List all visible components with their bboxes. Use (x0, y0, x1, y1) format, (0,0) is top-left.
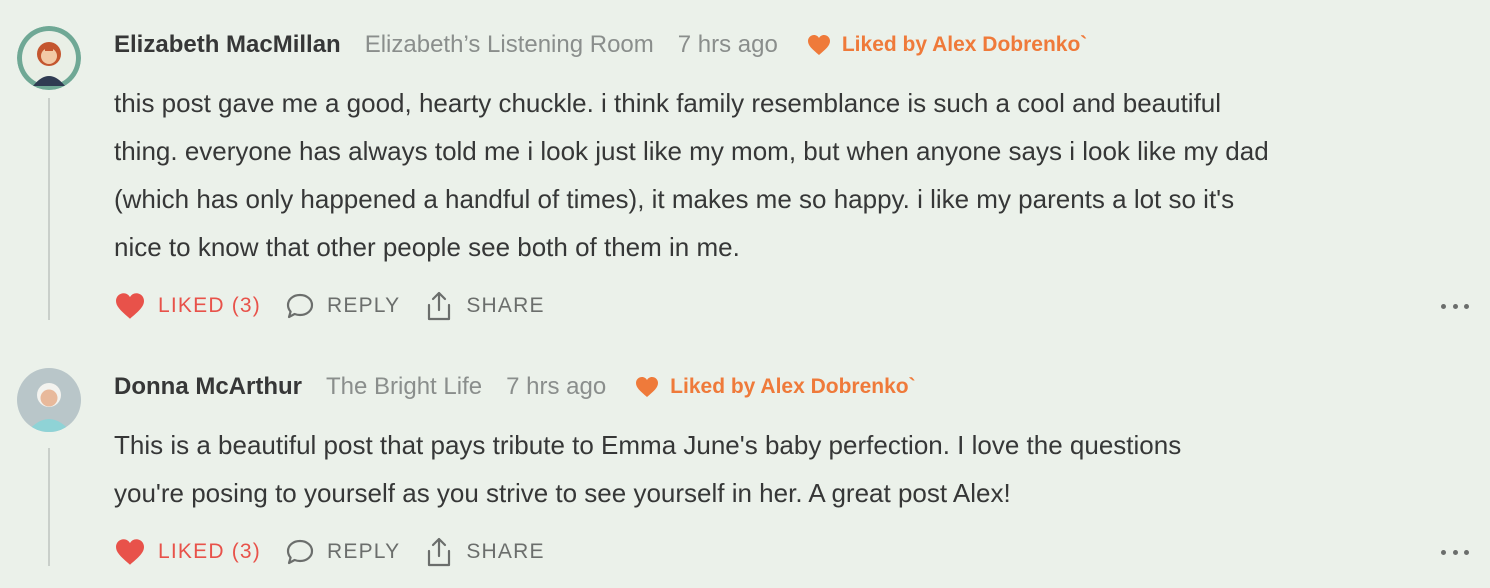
share-icon (428, 537, 451, 567)
body-line: This is a beautiful post that pays tribu… (114, 430, 1182, 460)
share-label: SHARE (466, 294, 545, 317)
share-button[interactable]: SHARE (424, 290, 544, 322)
share-label: SHARE (466, 540, 545, 563)
author-name[interactable]: Donna McArthur (114, 373, 302, 401)
more-icon-dot (1464, 303, 1469, 309)
more-icon-dot (1464, 549, 1469, 555)
more-icon (1441, 303, 1446, 309)
body-line: nice to know that other people see both … (114, 232, 740, 262)
more-icon (1441, 549, 1446, 555)
more-options-button[interactable] (1441, 301, 1469, 311)
avatar-illustration (17, 26, 81, 90)
comment-actions: LIKED (3) REPLY SHARE (114, 289, 569, 323)
author-name[interactable]: Elizabeth MacMillan (114, 31, 341, 59)
like-label: LIKED (3) (158, 540, 261, 563)
heart-icon (807, 35, 830, 55)
liked-by-text: Liked by Alex Dobrenko` (841, 33, 1088, 56)
comment-body: This is a beautiful post that pays tribu… (114, 421, 1480, 517)
heart-icon (116, 539, 144, 565)
avatar[interactable] (17, 368, 81, 432)
timestamp[interactable]: 7 hrs ago (506, 373, 606, 401)
more-icon-dot (1452, 303, 1458, 309)
avatar-photo (17, 368, 81, 432)
publication-name[interactable]: The Bright Life (326, 373, 482, 401)
reply-button[interactable]: REPLY (285, 538, 400, 566)
like-button[interactable]: LIKED (3) (114, 292, 261, 320)
reply-button[interactable]: REPLY (285, 292, 400, 320)
liked-by-author-badge: Liked by Alex Dobrenko` (634, 375, 916, 399)
heart-icon (116, 293, 144, 319)
heart-icon (636, 377, 659, 397)
more-icon-dot (1452, 549, 1458, 555)
thread-line (48, 98, 50, 320)
like-button[interactable]: LIKED (3) (114, 538, 261, 566)
body-line: you're posing to yourself as you strive … (114, 478, 1011, 508)
avatar[interactable] (17, 26, 81, 90)
thread-line (48, 448, 50, 566)
comment-body: this post gave me a good, hearty chuckle… (114, 79, 1480, 271)
publication-name[interactable]: Elizabeth’s Listening Room (365, 31, 654, 59)
like-label: LIKED (3) (158, 294, 261, 317)
reply-label: REPLY (327, 540, 401, 563)
liked-by-text: Liked by Alex Dobrenko` (670, 375, 916, 398)
comment-header: Donna McArthur The Bright Life 7 hrs ago… (114, 369, 916, 405)
comment-icon (286, 293, 314, 319)
share-icon (428, 291, 451, 321)
comment-icon (286, 539, 314, 565)
reply-label: REPLY (327, 294, 401, 317)
more-options-button[interactable] (1441, 547, 1469, 557)
body-line: (which has only happened a handful of ti… (114, 184, 1235, 214)
comment-header: Elizabeth MacMillan Elizabeth’s Listenin… (114, 27, 1087, 63)
timestamp[interactable]: 7 hrs ago (678, 31, 778, 59)
comment-actions: LIKED (3) REPLY SHARE (114, 535, 569, 569)
liked-by-author-badge: Liked by Alex Dobrenko` (806, 33, 1087, 57)
body-line: this post gave me a good, hearty chuckle… (114, 88, 1222, 118)
body-line: thing. everyone has always told me i loo… (114, 136, 1269, 166)
share-button[interactable]: SHARE (424, 536, 544, 568)
